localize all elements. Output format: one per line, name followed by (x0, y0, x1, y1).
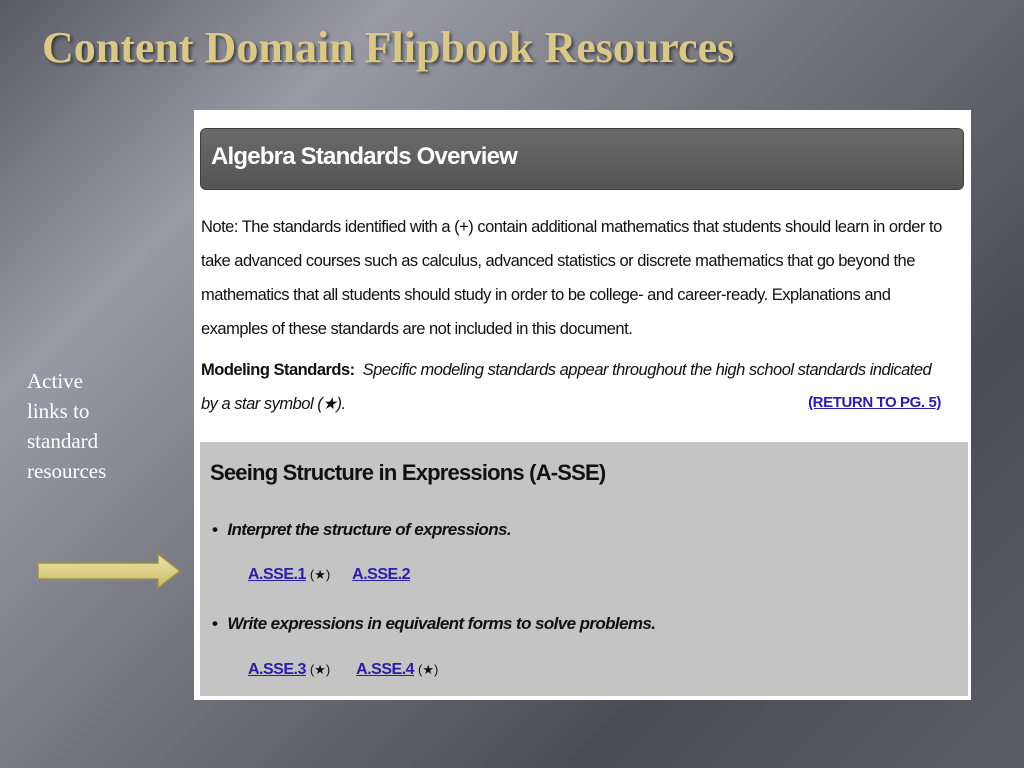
star-icon: (★) (309, 662, 331, 677)
star-icon: (★) (418, 662, 439, 677)
section-heading: Seeing Structure in Expressions (A-SSE) (210, 460, 606, 485)
return-to-page-link[interactable]: (RETURN TO PG. 5) (808, 394, 941, 411)
caption-line: Active (27, 369, 83, 393)
standard-link-a-sse-1[interactable]: A.SSE.1 (248, 566, 306, 583)
bullet-text: Interpret the structure of expressions. (227, 520, 511, 539)
modeling-label: Modeling Standards: (201, 361, 355, 379)
caption-line: resources (27, 459, 107, 483)
star-icon: (★) (309, 567, 331, 582)
document-screenshot: Algebra Standards Overview Note: The sta… (194, 110, 971, 700)
caption-line: standard (27, 429, 99, 453)
slide-title: Content Domain Flipbook Resources (42, 23, 735, 72)
note-paragraph: Note: The standards identified with a (+… (201, 218, 942, 338)
bullet-text: Write expressions in equivalent forms to… (227, 614, 656, 633)
standard-links-row: A.SSE.3 (★) A.SSE.4 (★) (248, 661, 438, 679)
bullet-item: • Write expressions in equivalent forms t… (212, 614, 656, 634)
side-caption: Active links to standard resources (27, 366, 177, 486)
bullet-item: • Interpret the structure of expressions. (212, 520, 512, 540)
standard-links-row: A.SSE.1 (★) A.SSE.2 (248, 566, 411, 584)
caption-line: links to (27, 399, 90, 423)
doc-header-title: Algebra Standards Overview (211, 143, 518, 170)
standard-link-a-sse-4[interactable]: A.SSE.4 (356, 661, 414, 678)
standard-link-a-sse-3[interactable]: A.SSE.3 (248, 661, 306, 678)
bullet-icon: • (212, 614, 218, 633)
arrow-right-icon (37, 552, 182, 590)
doc-header: Algebra Standards Overview (200, 128, 964, 190)
standard-link-a-sse-2[interactable]: A.SSE.2 (352, 566, 410, 583)
bullet-icon: • (212, 520, 218, 539)
section-panel: Seeing Structure in Expressions (A-SSE) … (200, 442, 968, 696)
